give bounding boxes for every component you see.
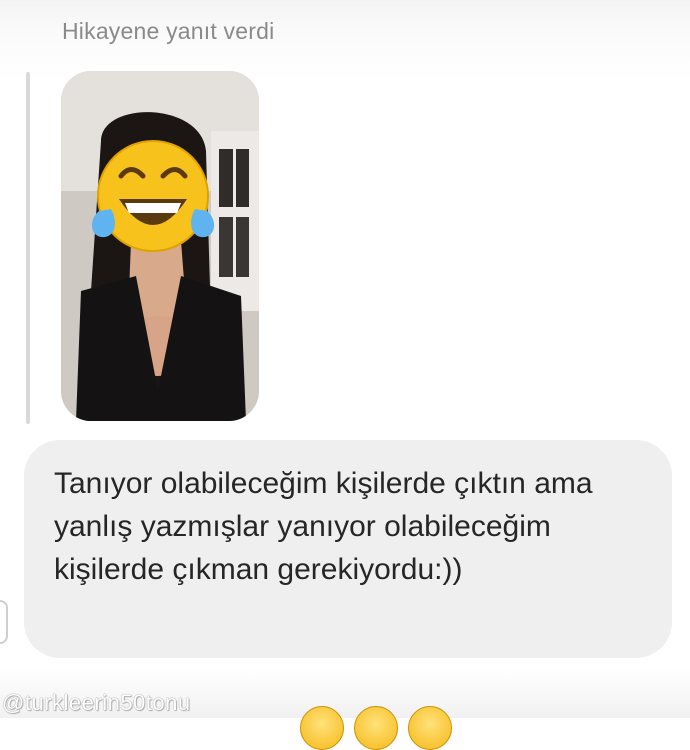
message-bubble[interactable]: Tanıyor olabileceğim kişilerde çıktın am… bbox=[24, 440, 672, 658]
reply-quote-bar bbox=[26, 72, 30, 424]
partial-avatar bbox=[0, 600, 8, 644]
bottom-emoji-row bbox=[300, 706, 460, 750]
story-reply-header: Hikayene yanıt verdi bbox=[62, 18, 275, 44]
watermark-text: @turkleerin50tonu bbox=[2, 690, 191, 715]
message-text: Tanıyor olabileceğim kişilerde çıktın am… bbox=[54, 467, 593, 586]
story-thumbnail[interactable] bbox=[61, 71, 259, 421]
story-photo bbox=[61, 71, 259, 421]
emoji-icon bbox=[408, 706, 452, 750]
dm-screen: Hikayene yanıt verdi Tanıyor olabileceği… bbox=[0, 0, 690, 750]
emoji-icon bbox=[354, 706, 398, 750]
emoji-icon bbox=[300, 706, 344, 750]
